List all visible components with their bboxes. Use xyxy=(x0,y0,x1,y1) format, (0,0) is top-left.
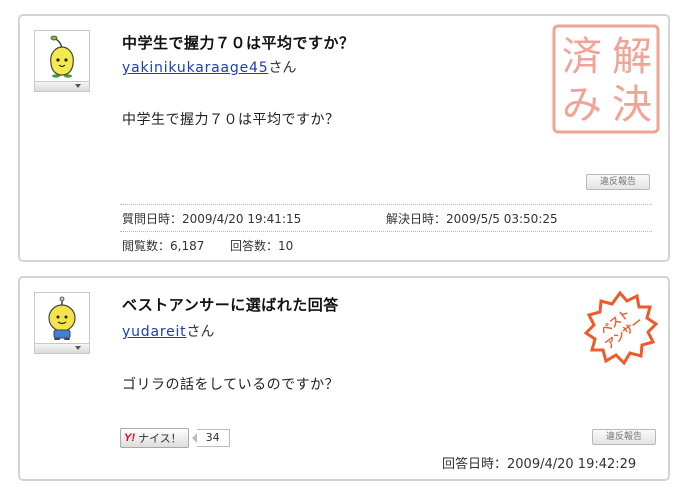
avatar-image[interactable] xyxy=(34,292,90,344)
answered-value: 2009/4/20 19:42:29 xyxy=(507,457,637,472)
avatar-menu-toggle[interactable] xyxy=(34,344,90,354)
views-value: 6,187 xyxy=(170,239,205,253)
answered-datetime: 回答日時：2009/4/20 19:42:29 xyxy=(442,453,636,472)
answerer-username-link[interactable]: yudareit xyxy=(122,324,186,340)
asked-label: 質問日時： xyxy=(122,212,183,226)
answered-label: 回答日時： xyxy=(442,457,508,472)
avatar-menu-toggle[interactable] xyxy=(34,82,90,92)
stamp-char-2: 決 xyxy=(612,82,652,128)
stamp-char-1: 解 xyxy=(612,34,652,80)
report-button[interactable]: 違反報告 xyxy=(586,174,650,190)
triangle-down-icon xyxy=(75,346,81,350)
divider xyxy=(120,231,652,232)
stamp-char-4: み xyxy=(562,82,602,128)
nice-group: Y! ナイス！ 34 xyxy=(120,428,230,448)
sprout-character-icon xyxy=(50,35,74,78)
asker-line: yakinikukaraage45さん xyxy=(122,57,296,77)
question-card: 中学生で握力７０は平均ですか？ yakinikukaraage45さん 中学生で… xyxy=(18,14,670,262)
answers-value: 10 xyxy=(278,239,294,253)
nice-count: 34 xyxy=(196,429,230,447)
nice-button[interactable]: Y! ナイス！ xyxy=(120,428,189,448)
asker-avatar[interactable] xyxy=(34,30,90,92)
asked-value: 2009/4/20 19:41:15 xyxy=(182,212,302,226)
answers-label: 回答数： xyxy=(230,239,279,253)
answer-count: 回答数：10 xyxy=(230,237,293,254)
answerer-avatar[interactable] xyxy=(34,292,90,354)
resolved-stamp: 解 決 済 み xyxy=(552,24,660,134)
yahoo-logo-icon: Y! xyxy=(124,432,135,444)
answerer-honorific: さん xyxy=(186,324,215,340)
best-answer-stamp: ベスト アンサー xyxy=(583,290,658,366)
divider xyxy=(120,204,652,205)
views-label: 閲覧数： xyxy=(122,239,171,253)
asked-datetime: 質問日時：2009/4/20 19:41:15 xyxy=(122,210,301,227)
resolved-label: 解決日時： xyxy=(386,212,447,226)
resolved-value: 2009/5/5 03:50:25 xyxy=(446,212,558,226)
report-button[interactable]: 違反報告 xyxy=(592,429,656,445)
question-body: 中学生で握力７０は平均ですか？ xyxy=(122,112,340,128)
best-answer-card: ベストアンサーに選ばれた回答 yudareitさん ゴリラの話をしているのですか… xyxy=(18,276,670,481)
triangle-down-icon xyxy=(75,84,81,88)
avatar-image[interactable] xyxy=(34,30,90,82)
view-count: 閲覧数：6,187 xyxy=(122,237,204,254)
nice-label: ナイス！ xyxy=(138,432,182,445)
stamp-char-3: 済 xyxy=(562,34,602,80)
best-answer-heading: ベストアンサーに選ばれた回答 xyxy=(122,296,339,314)
egg-character-icon xyxy=(48,296,76,340)
asker-honorific: さん xyxy=(268,60,297,76)
answerer-line: yudareitさん xyxy=(122,321,214,341)
asker-username-link[interactable]: yakinikukaraage45 xyxy=(122,60,268,76)
resolved-datetime: 解決日時：2009/5/5 03:50:25 xyxy=(386,210,558,227)
question-title: 中学生で握力７０は平均ですか？ xyxy=(122,34,355,52)
answer-body: ゴリラの話をしているのですか？ xyxy=(122,377,340,393)
